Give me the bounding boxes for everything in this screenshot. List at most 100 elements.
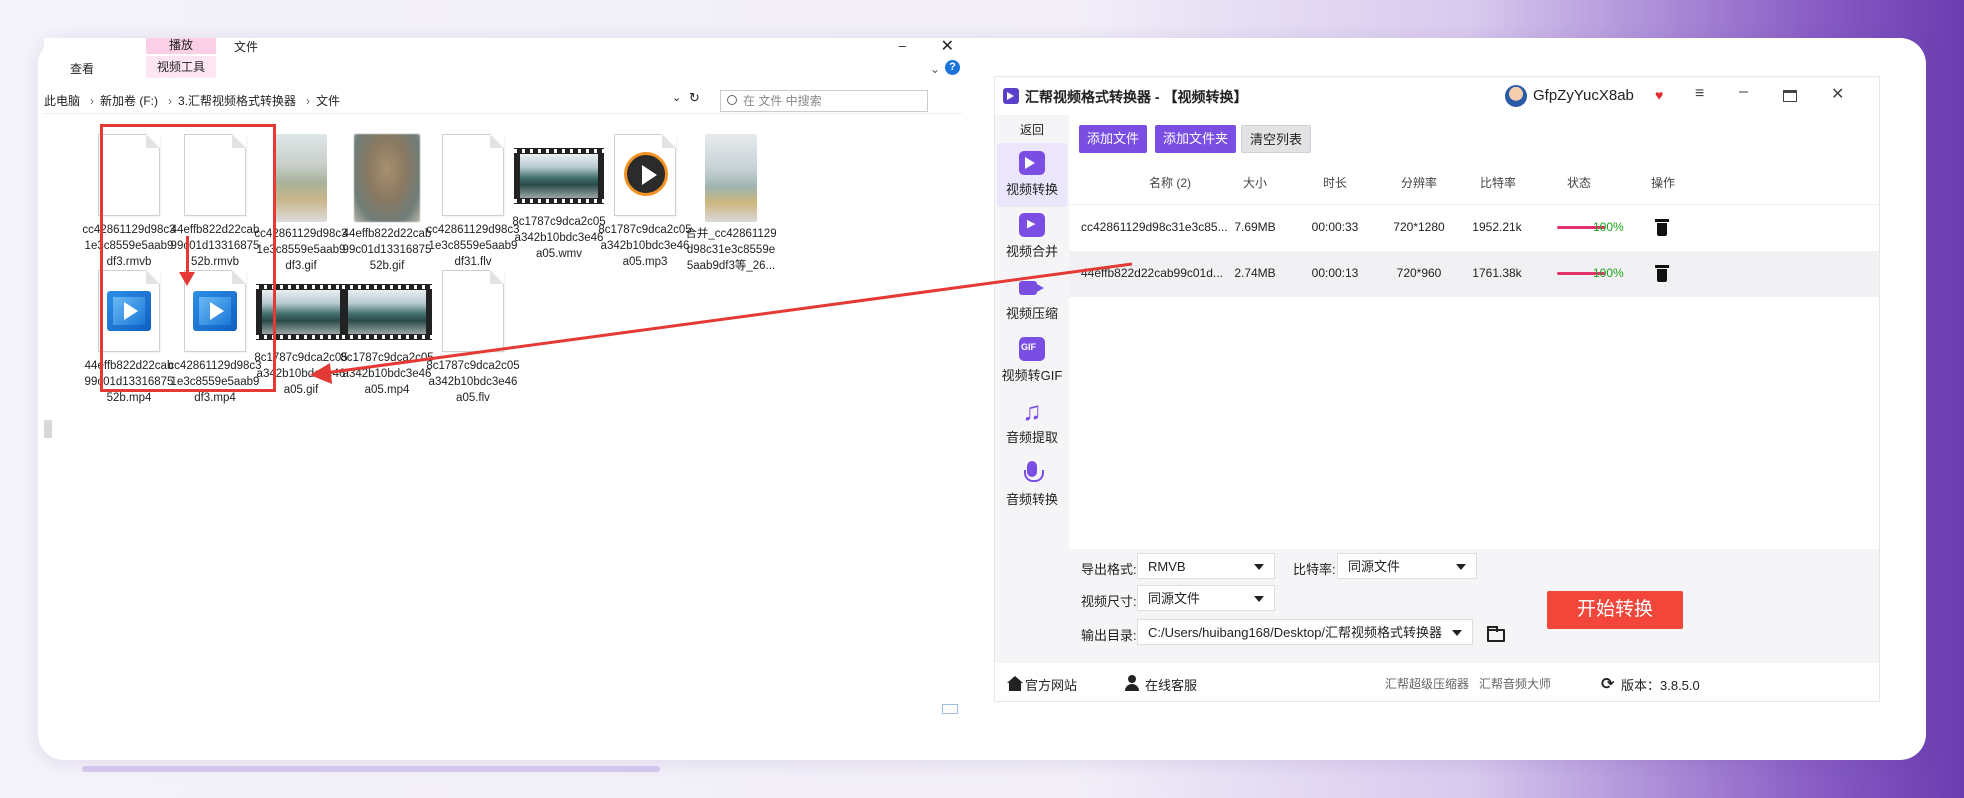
column-name[interactable]: 名称 (2) bbox=[1125, 174, 1215, 191]
breadcrumb-folder[interactable]: 3.汇帮视频格式转换器 bbox=[178, 94, 296, 108]
explorer-scrollbar[interactable] bbox=[44, 420, 52, 438]
breadcrumb-this-pc[interactable]: 此电脑 bbox=[44, 94, 80, 108]
trash-icon[interactable] bbox=[1655, 265, 1669, 283]
output-dir-select[interactable]: C:/Users/huibang168/Desktop/汇帮视频格式转换器 bbox=[1137, 619, 1473, 645]
file-item[interactable]: cc42861129d98c31e3c8559e5aab9df31.flv bbox=[426, 134, 520, 270]
row-size: 7.69MB bbox=[1234, 220, 1276, 234]
file-name: cc42861129d98c31e3c8559e5aab9df31.flv bbox=[426, 224, 520, 268]
sidebar-item-video-gif[interactable]: 视频转GIF bbox=[997, 329, 1067, 393]
trash-icon[interactable] bbox=[1655, 219, 1669, 237]
column-size[interactable]: 大小 bbox=[1235, 174, 1275, 191]
gif-icon bbox=[1019, 337, 1045, 361]
sidebar-item-video-merge[interactable]: 视频合并 bbox=[997, 205, 1067, 269]
tab-play[interactable]: 播放 bbox=[146, 38, 216, 54]
breadcrumb-separator: › bbox=[306, 94, 311, 108]
table-header: 名称 (2) 大小 时长 分辨率 比特率 状态 操作 bbox=[1069, 159, 1879, 205]
file-item[interactable]: 8c1787c9dca2c05a342b10bdc3e46a05.mp3 bbox=[598, 134, 692, 270]
breadcrumb-separator: › bbox=[90, 94, 95, 108]
vip-heart-icon[interactable]: ♥ bbox=[1655, 87, 1663, 103]
bitrate-select[interactable]: 同源文件 bbox=[1337, 553, 1477, 579]
bitrate-value: 同源文件 bbox=[1348, 559, 1401, 574]
decorative-scroll-bar bbox=[82, 766, 660, 772]
file-item[interactable]: 8c1787c9dca2c05a342b10bdc3e46a05.wmv bbox=[512, 134, 606, 262]
help-icon[interactable]: ? bbox=[945, 60, 960, 75]
user-name[interactable]: GfpZyYucX8ab bbox=[1533, 87, 1634, 104]
bitrate-label: 比特率: bbox=[1293, 562, 1336, 577]
output-settings-panel: 导出格式: RMVB 比特率: 同源文件 视频尺寸: 同源文件 输出目录: C:… bbox=[1069, 549, 1879, 663]
column-action[interactable]: 操作 bbox=[1643, 174, 1683, 191]
add-file-button[interactable]: 添加文件 bbox=[1079, 125, 1148, 153]
file-table: 名称 (2) 大小 时长 分辨率 比特率 状态 操作 cc42861129d98… bbox=[1069, 159, 1879, 297]
format-label: 导出格式: bbox=[1081, 562, 1137, 577]
file-item[interactable]: 8c1787c9dca2c05a342b10bdc3e46a05.mp4 bbox=[340, 270, 434, 398]
clear-list-button[interactable]: 清空列表 bbox=[1241, 125, 1312, 153]
table-row[interactable]: cc42861129d98c31e3c85... 7.69MB 00:00:33… bbox=[1069, 205, 1879, 251]
chevron-down-icon bbox=[1456, 564, 1466, 570]
photo-thumbnail-icon bbox=[275, 134, 327, 222]
breadcrumb-drive[interactable]: 新加卷 (F:) bbox=[100, 94, 158, 108]
sidebar-item-audio-extract[interactable]: ♫ 音频提取 bbox=[997, 391, 1067, 455]
status-percent: 100% bbox=[1593, 220, 1624, 234]
column-duration[interactable]: 时长 bbox=[1315, 174, 1355, 191]
tab-video-tools[interactable]: 视频工具 bbox=[146, 56, 216, 78]
ribbon-expand-chevron-icon[interactable]: ⌄ bbox=[930, 62, 940, 76]
column-bitrate[interactable]: 比特率 bbox=[1473, 174, 1523, 191]
view-toggle-icon[interactable] bbox=[942, 704, 958, 714]
app-title: 汇帮视频格式转换器 - 【视频转换】 bbox=[1025, 89, 1248, 105]
avatar[interactable] bbox=[1505, 85, 1527, 107]
close-icon[interactable]: ✕ bbox=[1831, 84, 1844, 104]
audio-disc-icon bbox=[614, 134, 676, 216]
annotation-down-arrow bbox=[186, 236, 189, 276]
refresh-icon[interactable]: ↻ bbox=[689, 90, 700, 106]
app-logo-icon bbox=[1003, 88, 1019, 104]
file-item[interactable]: 44effb822d22cab99c01d1331687552b.gif bbox=[340, 134, 434, 274]
column-status[interactable]: 状态 bbox=[1559, 174, 1599, 191]
sidebar-item-audio-convert[interactable]: 音频转换 bbox=[997, 453, 1067, 517]
output-dir-label: 输出目录: bbox=[1081, 628, 1137, 643]
video-compress-icon bbox=[1019, 275, 1045, 299]
breadcrumb[interactable]: 此电脑 › 新加卷 (F:) › 3.汇帮视频格式转换器 › 文件 bbox=[44, 90, 694, 112]
minimize-icon[interactable]: – bbox=[1739, 83, 1748, 101]
sidebar-item-label: 视频合并 bbox=[1005, 244, 1058, 259]
refresh-icon[interactable]: ⟳ bbox=[1601, 674, 1614, 694]
start-convert-button[interactable]: 开始转换 bbox=[1547, 591, 1683, 629]
table-row[interactable]: 44effb822d22cab99c01d... 2.74MB 00:00:13… bbox=[1069, 251, 1879, 297]
chevron-down-icon bbox=[1254, 596, 1264, 602]
music-note-icon: ♫ bbox=[1022, 396, 1042, 426]
product-link-compressor[interactable]: 汇帮超级压缩器 bbox=[1385, 675, 1469, 692]
home-icon bbox=[1007, 676, 1023, 691]
search-input[interactable]: 在 文件 中搜索 bbox=[720, 90, 928, 112]
column-resolution[interactable]: 分辨率 bbox=[1389, 174, 1449, 191]
file-item[interactable]: 8c1787c9dca2c05a342b10bdc3e46a05.flv bbox=[426, 270, 520, 406]
video-merge-icon bbox=[1019, 213, 1045, 237]
minimize-icon[interactable]: – bbox=[899, 38, 906, 53]
add-folder-button[interactable]: 添加文件夹 bbox=[1155, 125, 1237, 153]
tab-file[interactable]: 文件 bbox=[234, 38, 258, 55]
back-button[interactable]: 返回 bbox=[995, 121, 1069, 138]
sidebar-item-video-compress[interactable]: 视频压缩 bbox=[997, 267, 1067, 331]
tab-view[interactable]: 查看 bbox=[70, 60, 94, 77]
maximize-icon[interactable] bbox=[1783, 90, 1797, 102]
close-icon[interactable]: ✕ bbox=[941, 38, 954, 56]
app-footer: 官方网站 在线客服 汇帮超级压缩器 汇帮音频大师 ⟳ 版本：3.8.5.0 bbox=[995, 663, 1879, 701]
video-thumbnail-icon bbox=[514, 148, 604, 204]
product-link-audio[interactable]: 汇帮音频大师 bbox=[1479, 675, 1551, 692]
address-dropdown-icon[interactable]: ⌄ bbox=[672, 91, 681, 104]
format-select[interactable]: RMVB bbox=[1137, 553, 1275, 579]
file-item[interactable]: 合并_cc42861129d98c31e3c8559e5aab9df3等_26.… bbox=[684, 134, 778, 274]
folder-open-icon[interactable] bbox=[1487, 626, 1505, 642]
breadcrumb-current[interactable]: 文件 bbox=[316, 94, 340, 108]
website-link[interactable]: 官方网站 bbox=[1025, 675, 1077, 694]
sidebar-item-video-convert[interactable]: 视频转换 bbox=[997, 143, 1067, 207]
microphone-icon bbox=[1019, 461, 1045, 485]
menu-icon[interactable]: ≡ bbox=[1695, 85, 1704, 103]
app-toolbar: 添加文件 添加文件夹 清空列表 bbox=[1069, 115, 1879, 159]
blank-document-icon bbox=[442, 134, 504, 216]
support-link[interactable]: 在线客服 bbox=[1145, 675, 1197, 694]
row-resolution: 720*960 bbox=[1396, 266, 1442, 280]
sidebar-item-label: 视频转GIF bbox=[1001, 368, 1063, 383]
video-size-select[interactable]: 同源文件 bbox=[1137, 585, 1275, 611]
file-name: 8c1787c9dca2c05a342b10bdc3e46a05.wmv bbox=[512, 216, 606, 260]
chevron-down-icon bbox=[1452, 630, 1462, 636]
support-agent-icon bbox=[1125, 675, 1139, 691]
